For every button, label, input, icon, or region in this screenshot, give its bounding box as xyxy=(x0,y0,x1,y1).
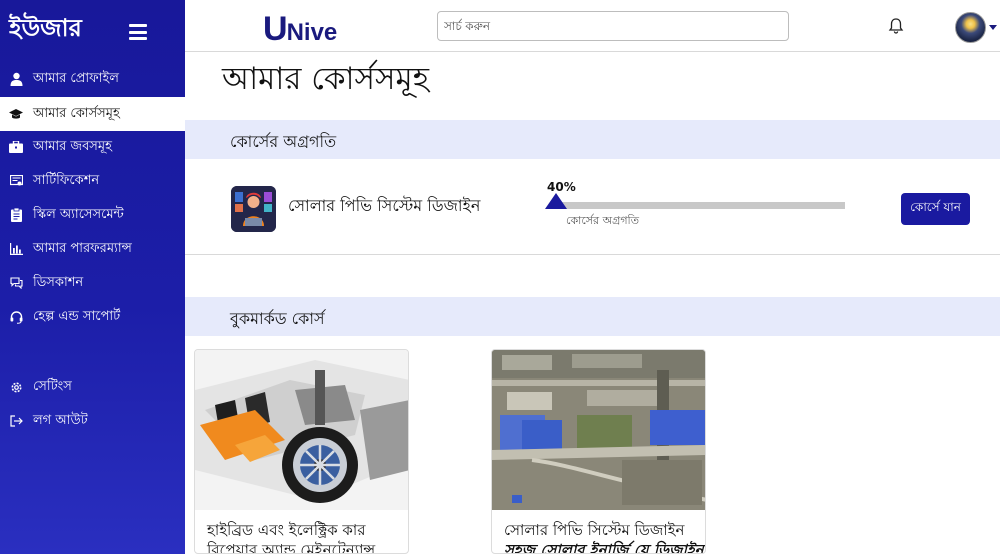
briefcase-icon xyxy=(9,140,23,154)
sidebar-item-performance[interactable]: আমার পারফরম্যান্স xyxy=(0,232,185,266)
sidebar-item-label: সার্টিফিকেশন xyxy=(33,172,100,188)
progress-percent: 40% xyxy=(547,180,576,194)
sidebar-item-settings[interactable]: সেটিংস xyxy=(0,370,185,404)
search-input[interactable] xyxy=(437,11,789,41)
chat-icon xyxy=(9,276,23,290)
bookmark-card[interactable]: হাইব্রিড এবং ইলেক্ট্রিক কার রিপেয়ার অ্য… xyxy=(194,349,409,554)
sidebar-item-label: আমার পারফরম্যান্স xyxy=(33,240,132,256)
course-progress-row: সোলার পিভি সিস্টেম ডিজাইন 40% কোর্সের অগ… xyxy=(185,160,1000,255)
sidebar-item-label: আমার জবসমূহ xyxy=(33,138,112,154)
progress-section-header: কোর্সের অগ্রগতি xyxy=(185,120,1000,159)
user-icon xyxy=(9,72,23,86)
sidebar-item-help-support[interactable]: হেল্প এন্ড সাপোর্ট xyxy=(0,300,185,334)
unive-logo[interactable]: UNive xyxy=(263,10,337,49)
sidebar-item-label: আমার প্রোফাইল xyxy=(33,70,119,86)
course-thumbnail[interactable] xyxy=(231,186,276,232)
bookmark-section-header: বুকমার্কড কোর্স xyxy=(185,297,1000,336)
top-header: UNive xyxy=(185,0,1000,52)
sidebar-item-discussion[interactable]: ডিসকাশন xyxy=(0,266,185,300)
card-title: সোলার পিভি সিস্টেম ডিজাইন সহজ সোলার ইনার… xyxy=(504,521,704,554)
sidebar-item-label: স্কিল অ্যাসেসমেন্ট xyxy=(33,206,124,222)
progress-bar xyxy=(555,202,845,209)
bell-icon[interactable] xyxy=(887,17,905,35)
page-title: আমার কোর্সসমূহ xyxy=(222,61,429,97)
sidebar-item-label: আমার কোর্সসমূহ xyxy=(33,105,120,121)
chevron-down-icon[interactable] xyxy=(989,24,997,30)
logout-icon xyxy=(9,414,23,428)
hamburger-menu-icon[interactable] xyxy=(129,24,147,40)
user-menu[interactable] xyxy=(955,11,1000,43)
sidebar-item-label: সেটিংস xyxy=(33,378,72,394)
certificate-icon xyxy=(9,174,23,188)
sidebar-item-jobs[interactable]: আমার জবসমূহ xyxy=(0,130,185,164)
gear-icon xyxy=(9,380,23,394)
sidebar-item-label: লগ আউট xyxy=(33,412,88,428)
bar-chart-icon xyxy=(9,242,23,256)
app-root: ইউজার আমার প্রোফাইল আমার কোর্সসমূহ আমার … xyxy=(0,0,1000,554)
go-to-course-button[interactable]: কোর্সে যান xyxy=(901,193,970,225)
avatar[interactable] xyxy=(955,11,986,43)
sidebar-item-profile[interactable]: আমার প্রোফাইল xyxy=(0,62,185,96)
sidebar: ইউজার আমার প্রোফাইল আমার কোর্সসমূহ আমার … xyxy=(0,0,185,554)
sidebar-item-skill-assessment[interactable]: স্কিল অ্যাসেসমেন্ট xyxy=(0,198,185,232)
sidebar-item-label: ডিসকাশন xyxy=(33,274,84,290)
bookmark-card[interactable]: সোলার পিভি সিস্টেম ডিজাইন সহজ সোলার ইনার… xyxy=(491,349,706,554)
progress-section-title: কোর্সের অগ্রগতি xyxy=(230,132,337,151)
sidebar-item-label: হেল্প এন্ড সাপোর্ট xyxy=(33,308,121,324)
headset-icon xyxy=(9,310,23,324)
sidebar-item-logout[interactable]: লগ আউট xyxy=(0,404,185,438)
course-name[interactable]: সোলার পিভি সিস্টেম ডিজাইন xyxy=(288,193,480,220)
bookmark-section-title: বুকমার্কড কোর্স xyxy=(230,309,325,328)
graduation-cap-icon xyxy=(9,107,23,121)
sidebar-item-courses[interactable]: আমার কোর্সসমূহ xyxy=(0,97,185,131)
progress-bar-fill xyxy=(555,202,671,209)
sidebar-item-certification[interactable]: সার্টিফিকেশন xyxy=(0,164,185,198)
progress-marker-icon xyxy=(545,193,567,209)
card-image xyxy=(195,350,408,510)
progress-caption: কোর্সের অগ্রগতি xyxy=(566,214,639,227)
sidebar-title: ইউজার xyxy=(9,14,82,42)
card-image xyxy=(492,350,705,510)
card-title: হাইব্রিড এবং ইলেক্ট্রিক কার রিপেয়ার অ্য… xyxy=(207,521,376,554)
clipboard-icon xyxy=(9,208,23,222)
